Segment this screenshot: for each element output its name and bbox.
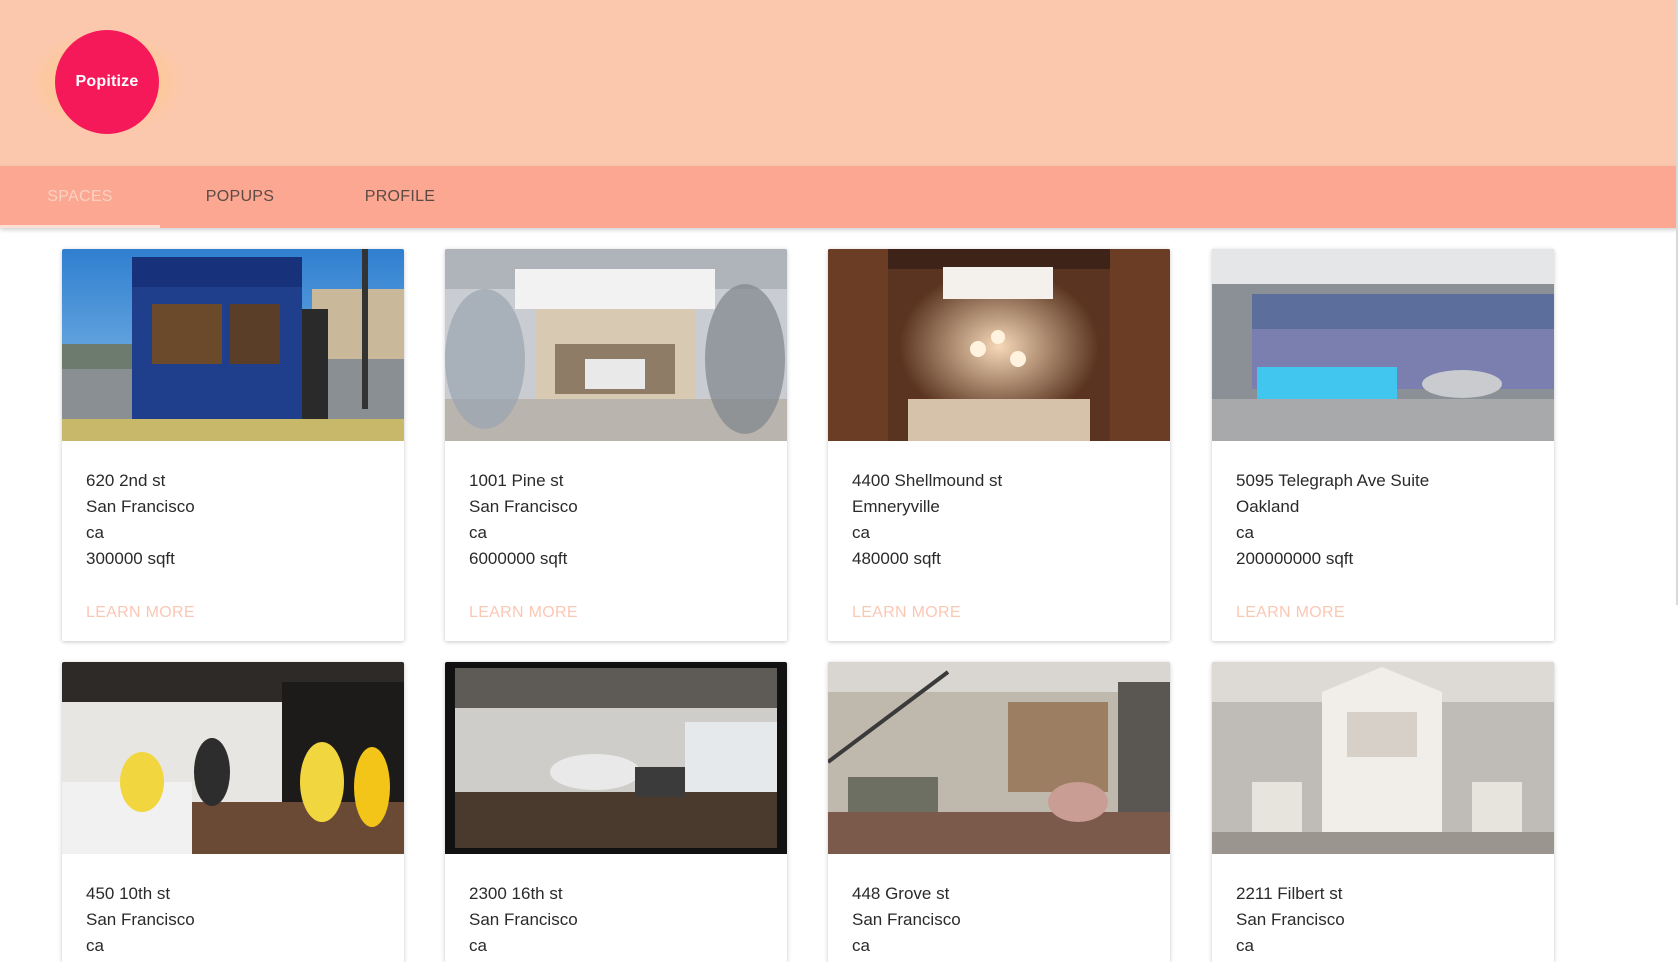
card-state: ca xyxy=(1236,936,1254,955)
tab-profile[interactable]: PROFILE xyxy=(320,166,480,228)
space-card: 448 Grove st San Francisco ca xyxy=(828,662,1170,962)
card-city: Oakland xyxy=(1236,497,1300,516)
space-card: 5095 Telegraph Ave Suite Oakland ca 2000… xyxy=(1212,249,1554,641)
card-details: 2300 16th st San Francisco ca xyxy=(469,881,578,959)
card-size: 6000000 sqft xyxy=(469,549,568,568)
card-details: 2211 Filbert st San Francisco ca xyxy=(1236,881,1345,959)
car-showroom-image[interactable] xyxy=(445,662,787,854)
card-size: 480000 sqft xyxy=(852,549,941,568)
office-lobby-image[interactable] xyxy=(1212,249,1554,441)
card-details: 448 Grove st San Francisco ca xyxy=(852,881,961,959)
bagel-shop-container-image[interactable] xyxy=(62,249,404,441)
space-card: 450 10th st San Francisco ca xyxy=(62,662,404,962)
loft-interior-image[interactable] xyxy=(828,662,1170,854)
card-address: 448 Grove st xyxy=(852,884,950,903)
card-state: ca xyxy=(469,936,487,955)
card-size: 300000 sqft xyxy=(86,549,175,568)
tab-spaces[interactable]: SPACES xyxy=(0,166,160,228)
space-card: 2211 Filbert st San Francisco ca xyxy=(1212,662,1554,962)
learn-more-button[interactable]: LEARN MORE xyxy=(86,604,195,622)
card-state: ca xyxy=(852,523,870,542)
card-details: 5095 Telegraph Ave Suite Oakland ca 2000… xyxy=(1236,468,1429,572)
card-state: ca xyxy=(852,936,870,955)
mall-kiosk-image[interactable] xyxy=(1212,662,1554,854)
lounge-chandelier-image[interactable] xyxy=(828,249,1170,441)
card-address: 620 2nd st xyxy=(86,471,166,490)
card-city: San Francisco xyxy=(1236,910,1345,929)
card-state: ca xyxy=(86,936,104,955)
card-details: 450 10th st San Francisco ca xyxy=(86,881,195,959)
retail-crowd-image[interactable] xyxy=(62,662,404,854)
app-header: Popitize xyxy=(0,0,1678,166)
learn-more-button[interactable]: LEARN MORE xyxy=(852,604,961,622)
card-details: 4400 Shellmound st Emneryville ca 480000… xyxy=(852,468,1002,572)
card-state: ca xyxy=(469,523,487,542)
bmw-pop-up-shop-image[interactable] xyxy=(445,249,787,441)
space-card: 2300 16th st San Francisco ca xyxy=(445,662,787,962)
card-address: 4400 Shellmound st xyxy=(852,471,1003,490)
space-card: 4400 Shellmound st Emneryville ca 480000… xyxy=(828,249,1170,641)
card-address: 2300 16th st xyxy=(469,884,563,903)
card-address: 1001 Pine st xyxy=(469,471,564,490)
card-city: San Francisco xyxy=(86,910,195,929)
tab-popups[interactable]: POPUPS xyxy=(160,166,320,228)
card-city: San Francisco xyxy=(852,910,961,929)
card-address: 2211 Filbert st xyxy=(1236,884,1343,903)
active-tab-indicator xyxy=(0,225,160,228)
space-card: 620 2nd st San Francisco ca 300000 sqft … xyxy=(62,249,404,641)
tab-popups-label: POPUPS xyxy=(205,188,275,205)
logo[interactable]: Popitize xyxy=(30,30,184,134)
tab-profile-label: PROFILE xyxy=(364,188,436,205)
tab-spaces-label: SPACES xyxy=(47,188,113,205)
card-state: ca xyxy=(1236,523,1254,542)
card-size: 200000000 sqft xyxy=(1236,549,1354,568)
card-state: ca xyxy=(86,523,104,542)
learn-more-button[interactable]: LEARN MORE xyxy=(1236,604,1345,622)
card-details: 1001 Pine st San Francisco ca 6000000 sq… xyxy=(469,468,578,572)
card-city: San Francisco xyxy=(86,497,195,516)
card-address: 450 10th st xyxy=(86,884,171,903)
card-details: 620 2nd st San Francisco ca 300000 sqft xyxy=(86,468,195,572)
logo-badge: Popitize xyxy=(55,30,159,134)
learn-more-button[interactable]: LEARN MORE xyxy=(469,604,578,622)
card-city: San Francisco xyxy=(469,910,578,929)
card-city: San Francisco xyxy=(469,497,578,516)
card-city: Emneryville xyxy=(852,497,940,516)
logo-text: Popitize xyxy=(75,73,139,90)
space-card: 1001 Pine st San Francisco ca 6000000 sq… xyxy=(445,249,787,641)
card-address: 5095 Telegraph Ave Suite xyxy=(1236,471,1430,490)
tab-bar: SPACES POPUPS PROFILE xyxy=(0,166,1678,228)
